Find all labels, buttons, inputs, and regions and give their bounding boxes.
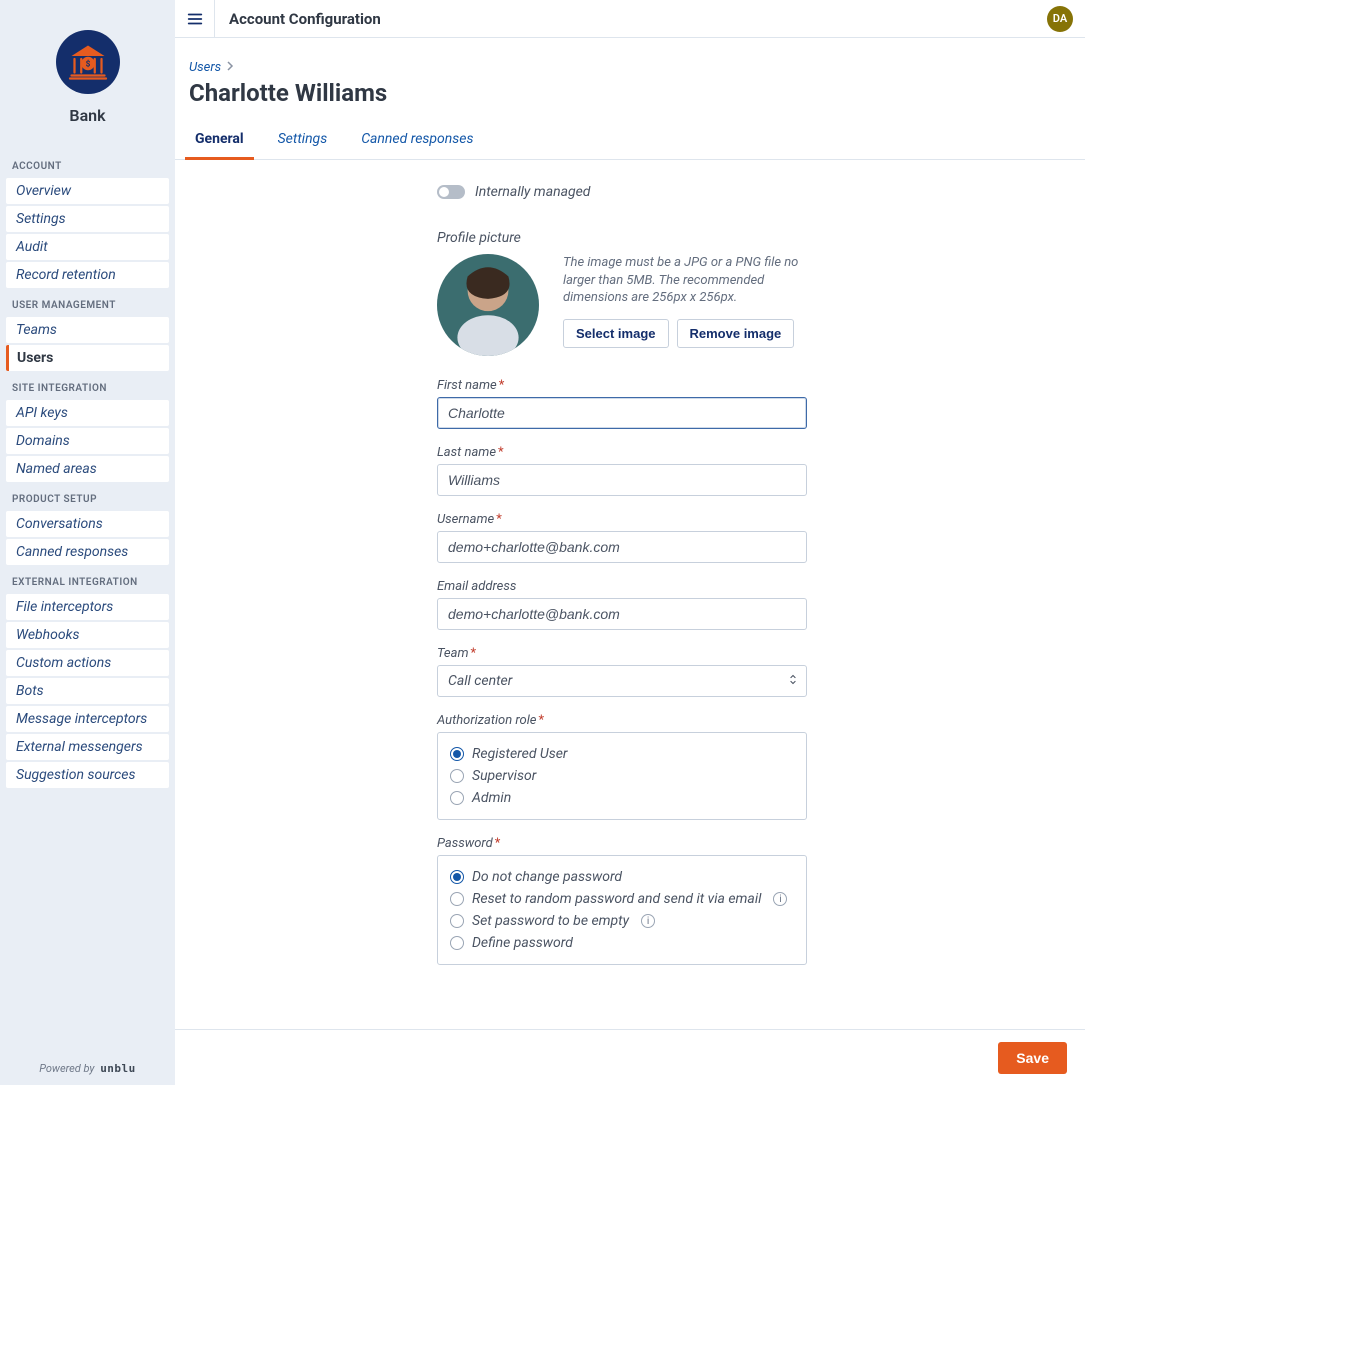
info-icon[interactable]: i [773,892,787,906]
sidebar-item-domains[interactable]: Domains [6,428,169,454]
sidebar-item-settings[interactable]: Settings [6,206,169,232]
tab-general[interactable]: General [193,121,246,159]
sidebar-item-canned-responses[interactable]: Canned responses [6,539,169,565]
username-label: Username* [437,512,807,527]
sidebar-item-audit[interactable]: Audit [6,234,169,260]
remove-image-button[interactable]: Remove image [677,319,795,348]
breadcrumb: Users [189,60,1071,75]
page-title: Charlotte Williams [189,79,1071,107]
sidebar: $ Bank ACCOUNTOverviewSettingsAuditRecor… [0,0,175,1085]
sidebar-item-api-keys[interactable]: API keys [6,400,169,426]
hamburger-icon [186,10,204,28]
sidebar-item-custom-actions[interactable]: Custom actions [6,650,169,676]
bank-icon: $ [64,38,112,86]
email-label: Email address [437,579,807,594]
team-label: Team* [437,646,807,661]
auth-role-option-label: Supervisor [472,768,536,784]
nav: ACCOUNTOverviewSettingsAuditRecord reten… [6,151,169,788]
password-option[interactable]: Set password to be empty i [450,910,794,932]
auth-role-option[interactable]: Registered User [450,743,794,765]
sidebar-item-webhooks[interactable]: Webhooks [6,622,169,648]
nav-group-label: PRODUCT SETUP [6,484,169,509]
current-user-avatar[interactable]: DA [1047,6,1073,32]
sidebar-item-bots[interactable]: Bots [6,678,169,704]
first-name-label: First name* [437,378,807,393]
username-input[interactable] [437,531,807,563]
radio-icon[interactable] [450,936,464,950]
radio-icon[interactable] [450,769,464,783]
main: Users Charlotte Williams General Settings… [175,38,1085,1029]
auth-role-option[interactable]: Admin [450,787,794,809]
password-label: Password* [437,836,807,851]
internally-managed-toggle[interactable] [437,185,465,199]
internally-managed-row: Internally managed [437,184,807,200]
header: Account Configuration DA [175,0,1085,38]
brand-logo: $ [56,30,120,94]
radio-icon[interactable] [450,747,464,761]
menu-toggle[interactable] [175,0,215,38]
password-option[interactable]: Do not change password [450,866,794,888]
select-image-button[interactable]: Select image [563,319,669,348]
radio-icon[interactable] [450,914,464,928]
sidebar-item-conversations[interactable]: Conversations [6,511,169,537]
auth-role-label: Authorization role* [437,713,807,728]
radio-icon[interactable] [450,892,464,906]
password-option-label: Set password to be empty [472,913,629,929]
radio-icon[interactable] [450,870,464,884]
sidebar-item-named-areas[interactable]: Named areas [6,456,169,482]
internally-managed-label: Internally managed [475,184,590,200]
profile-picture-hint: The image must be a JPG or a PNG file no… [563,254,807,307]
user-form: Internally managed Profile picture The i… [437,184,807,965]
chevron-right-icon [225,60,235,75]
auth-role-option-label: Admin [472,790,511,806]
profile-picture-heading: Profile picture [437,230,807,246]
password-option[interactable]: Reset to random password and send it via… [450,888,794,910]
header-title: Account Configuration [229,10,381,28]
tab-canned-responses[interactable]: Canned responses [359,121,475,159]
password-option-label: Define password [472,935,573,951]
email-input[interactable] [437,598,807,630]
auth-role-group: Registered User Supervisor Admin [437,732,807,820]
radio-icon[interactable] [450,791,464,805]
last-name-input[interactable] [437,464,807,496]
password-option-label: Do not change password [472,869,622,885]
nav-group-label: USER MANAGEMENT [6,290,169,315]
team-select[interactable]: Call center [437,665,807,697]
sidebar-item-users[interactable]: Users [6,345,169,371]
sidebar-item-overview[interactable]: Overview [6,178,169,204]
sidebar-item-file-interceptors[interactable]: File interceptors [6,594,169,620]
password-option-label: Reset to random password and send it via… [472,891,761,907]
tabs: General Settings Canned responses [175,121,1085,160]
brand: $ Bank [6,30,169,125]
info-icon[interactable]: i [641,914,655,928]
sidebar-item-external-messengers[interactable]: External messengers [6,734,169,760]
tab-settings[interactable]: Settings [276,121,330,159]
auth-role-option-label: Registered User [472,746,568,762]
breadcrumb-users-link[interactable]: Users [189,60,221,75]
sidebar-item-suggestion-sources[interactable]: Suggestion sources [6,762,169,788]
password-option[interactable]: Define password [450,932,794,954]
powered-by: Powered by unblu [0,1062,175,1075]
nav-group-label: EXTERNAL INTEGRATION [6,567,169,592]
save-button[interactable]: Save [998,1042,1067,1074]
svg-text:$: $ [85,59,90,70]
sidebar-item-record-retention[interactable]: Record retention [6,262,169,288]
sidebar-item-message-interceptors[interactable]: Message interceptors [6,706,169,732]
sidebar-item-teams[interactable]: Teams [6,317,169,343]
nav-group-label: SITE INTEGRATION [6,373,169,398]
last-name-label: Last name* [437,445,807,460]
profile-picture [437,254,539,356]
auth-role-option[interactable]: Supervisor [450,765,794,787]
first-name-input[interactable] [437,397,807,429]
password-group: Do not change password Reset to random pa… [437,855,807,965]
brand-name: Bank [69,106,105,125]
nav-group-label: ACCOUNT [6,151,169,176]
footer: Save [175,1029,1085,1085]
